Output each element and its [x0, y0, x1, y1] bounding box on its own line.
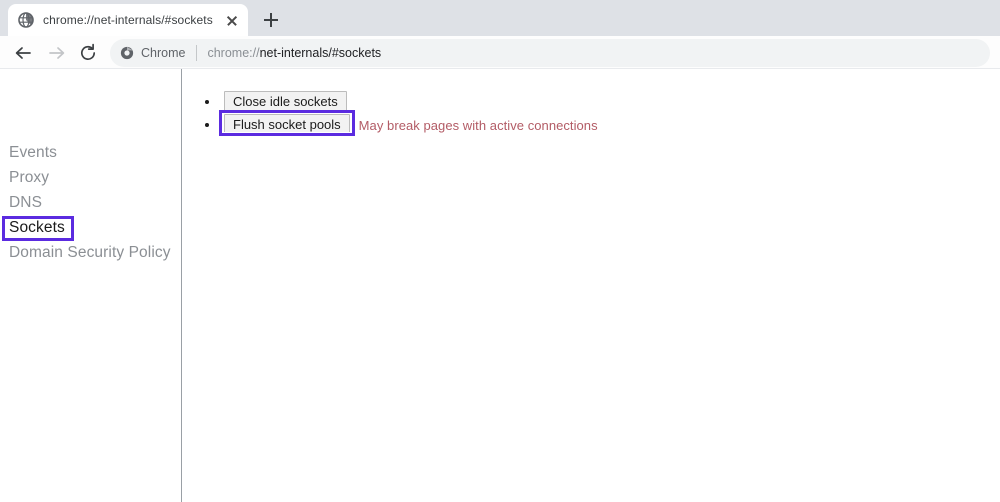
chrome-badge: Chrome — [120, 46, 185, 60]
chrome-icon — [120, 46, 134, 60]
address-bar[interactable]: Chrome chrome://net-internals/#sockets — [110, 39, 990, 67]
sidebar-item-dns[interactable]: DNS — [9, 194, 42, 212]
annotation-inner-border — [5, 219, 71, 238]
flush-socket-pools-warning: May break pages with active connections — [358, 117, 598, 133]
sidebar: Events Proxy DNS Sockets Domain Security… — [0, 69, 181, 502]
plus-icon[interactable] — [257, 6, 285, 34]
arrow-right-icon — [45, 41, 69, 65]
bullet-icon — [205, 123, 209, 127]
browser-toolbar: Chrome chrome://net-internals/#sockets — [0, 36, 1000, 69]
sidebar-item-events[interactable]: Events — [9, 144, 57, 162]
annotation-box-sockets — [2, 216, 74, 241]
annotation-box-flush-socket-pools — [219, 110, 355, 136]
tab-title: chrome://net-internals/#sockets — [43, 13, 213, 27]
annotation-inner-border — [222, 113, 352, 133]
close-icon[interactable] — [224, 12, 240, 28]
sidebar-item-domain-security-policy[interactable]: Domain Security Policy — [9, 244, 171, 262]
chrome-badge-label: Chrome — [141, 46, 186, 60]
page-content: Events Proxy DNS Sockets Domain Security… — [0, 69, 1000, 502]
url-text: chrome://net-internals/#sockets — [207, 46, 381, 60]
url-host: net-internals/#sockets — [259, 46, 382, 60]
arrow-left-icon[interactable] — [11, 41, 35, 65]
tab-net-internals[interactable]: chrome://net-internals/#sockets — [8, 4, 248, 36]
reload-icon[interactable] — [76, 41, 100, 65]
url-scheme: chrome:// — [207, 46, 260, 60]
omnibox-separator — [196, 45, 198, 61]
tab-strip: chrome://net-internals/#sockets — [0, 0, 1000, 36]
globe-icon — [18, 12, 34, 28]
main-content: Close idle sockets Flush socket pools Ma… — [181, 69, 1000, 502]
sidebar-item-proxy[interactable]: Proxy — [9, 169, 49, 187]
browser-window: chrome://net-internals/#sockets Chrome c… — [0, 0, 1000, 502]
bullet-icon — [205, 100, 209, 104]
